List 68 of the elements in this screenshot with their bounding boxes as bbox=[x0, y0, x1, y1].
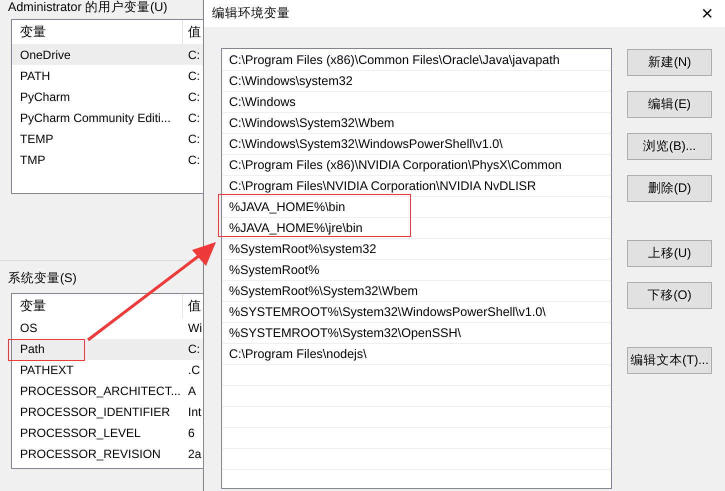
variable-value: A bbox=[187, 383, 196, 400]
dialog-button[interactable]: 新建(N) bbox=[627, 49, 712, 76]
variable-value: C: bbox=[187, 68, 200, 84]
path-entry[interactable]: C:\Program Files (x86)\NVIDIA Corporation\PhysX\Common bbox=[222, 155, 611, 176]
path-entry[interactable]: C:\Program Files\NVIDIA Corporation\NVIDIA NvDLISR bbox=[222, 176, 611, 197]
variable-value: C: bbox=[187, 341, 200, 358]
variable-row[interactable]: PROCESSOR_LEVEL 6 bbox=[12, 422, 203, 444]
window-title: 编辑环境变量 bbox=[212, 5, 290, 22]
variable-row[interactable]: PyCharm Community Editi... C: bbox=[12, 107, 203, 128]
close-button[interactable]: × bbox=[697, 4, 717, 24]
variable-name: PyCharm bbox=[20, 90, 70, 104]
dialog-button[interactable]: 下移(O) bbox=[627, 282, 712, 309]
variable-row[interactable]: OneDrive C: bbox=[12, 44, 203, 65]
dialog-button[interactable]: 浏览(B)... bbox=[627, 133, 712, 160]
variable-name: PROCESSOR_ARCHITECT... bbox=[20, 384, 181, 398]
dialog-button[interactable]: 删除(D) bbox=[627, 175, 712, 202]
variable-value: C: bbox=[187, 46, 200, 64]
path-entry[interactable]: C:\Program Files\nodejs\ bbox=[222, 344, 611, 365]
dialog-button[interactable]: 编辑文本(T)... bbox=[627, 347, 712, 374]
variable-value: C: bbox=[187, 110, 200, 126]
variable-name: OS bbox=[20, 321, 38, 336]
path-entry[interactable]: %SYSTEMROOT%\System32\OpenSSH\ bbox=[222, 323, 611, 344]
path-entry[interactable]: C:\Program Files (x86)\Common Files\Oracle\Java\javapath bbox=[222, 50, 611, 71]
variable-row[interactable]: PROCESSOR_REVISION 2a bbox=[12, 444, 203, 465]
variable-name: PROCESSOR_REVISION bbox=[20, 447, 161, 462]
column-header[interactable]: 值 bbox=[183, 296, 201, 316]
variable-value: Int bbox=[187, 404, 202, 422]
path-entry[interactable]: %JAVA_HOME%\jre\bin bbox=[222, 218, 611, 239]
path-entry[interactable]: C:\Windows bbox=[222, 92, 611, 113]
path-entry[interactable]: %SystemRoot%\System32\Wbem bbox=[222, 281, 611, 302]
variable-value: C: bbox=[187, 152, 200, 168]
variable-name: PROCESSOR_IDENTIFIER bbox=[20, 405, 170, 420]
variable-name: PROCESSOR_LEVEL bbox=[20, 426, 141, 440]
variable-value: .C bbox=[187, 362, 200, 380]
variable-row[interactable]: PyCharm C: bbox=[12, 86, 203, 107]
variable-row[interactable]: TEMP C: bbox=[12, 128, 203, 149]
path-entry[interactable]: C:\Windows\System32\WindowsPowerShell\v1.0\ bbox=[222, 134, 611, 155]
path-entry[interactable]: %JAVA_HOME%\bin bbox=[222, 197, 611, 218]
variable-name: TMP bbox=[20, 152, 46, 166]
variable-value: 2a bbox=[187, 446, 202, 464]
variable-name: Path bbox=[20, 342, 45, 356]
variable-row[interactable]: TMP C: bbox=[12, 149, 203, 170]
variable-row[interactable]: PATHEXT .C bbox=[12, 360, 203, 381]
variable-name: TEMP bbox=[20, 132, 54, 146]
path-entry[interactable]: %SystemRoot%\system32 bbox=[222, 239, 611, 260]
path-entry[interactable]: %SYSTEMROOT%\System32\WindowsPowerShell\v1.0\ bbox=[222, 302, 611, 323]
variable-name: PATHEXT bbox=[20, 363, 74, 378]
path-entry[interactable]: C:\Windows\system32 bbox=[222, 71, 611, 92]
variable-name: PyCharm Community Editi... bbox=[20, 110, 171, 124]
variable-row[interactable]: Path C: bbox=[12, 338, 203, 360]
variable-name: OneDrive bbox=[20, 48, 71, 62]
variable-value: 6 bbox=[187, 425, 195, 442]
variable-name: PATH bbox=[20, 68, 50, 82]
variable-value: Wi bbox=[187, 320, 202, 338]
column-header[interactable]: 值 bbox=[183, 22, 201, 42]
variable-value: C: bbox=[187, 88, 200, 106]
path-entry[interactable]: %SystemRoot% bbox=[222, 260, 611, 281]
variable-row[interactable]: PATH C: bbox=[12, 65, 203, 86]
variable-row[interactable]: PROCESSOR_IDENTIFIER Int bbox=[12, 402, 203, 423]
section-title: Administrator 的用户变量(U) bbox=[7, 0, 168, 14]
variable-value: C: bbox=[187, 130, 200, 148]
column-header[interactable]: 变量 bbox=[12, 294, 183, 318]
section-title: 系统变量(S) bbox=[7, 270, 78, 287]
path-entry[interactable]: C:\Windows\System32\Wbem bbox=[222, 113, 611, 134]
variable-row[interactable]: PROCESSOR_ARCHITECT... A bbox=[12, 380, 203, 402]
dialog-button[interactable]: 上移(U) bbox=[627, 240, 712, 267]
dialog-button[interactable]: 编辑(E) bbox=[627, 91, 712, 118]
variable-row[interactable]: OS Wi bbox=[12, 318, 203, 339]
